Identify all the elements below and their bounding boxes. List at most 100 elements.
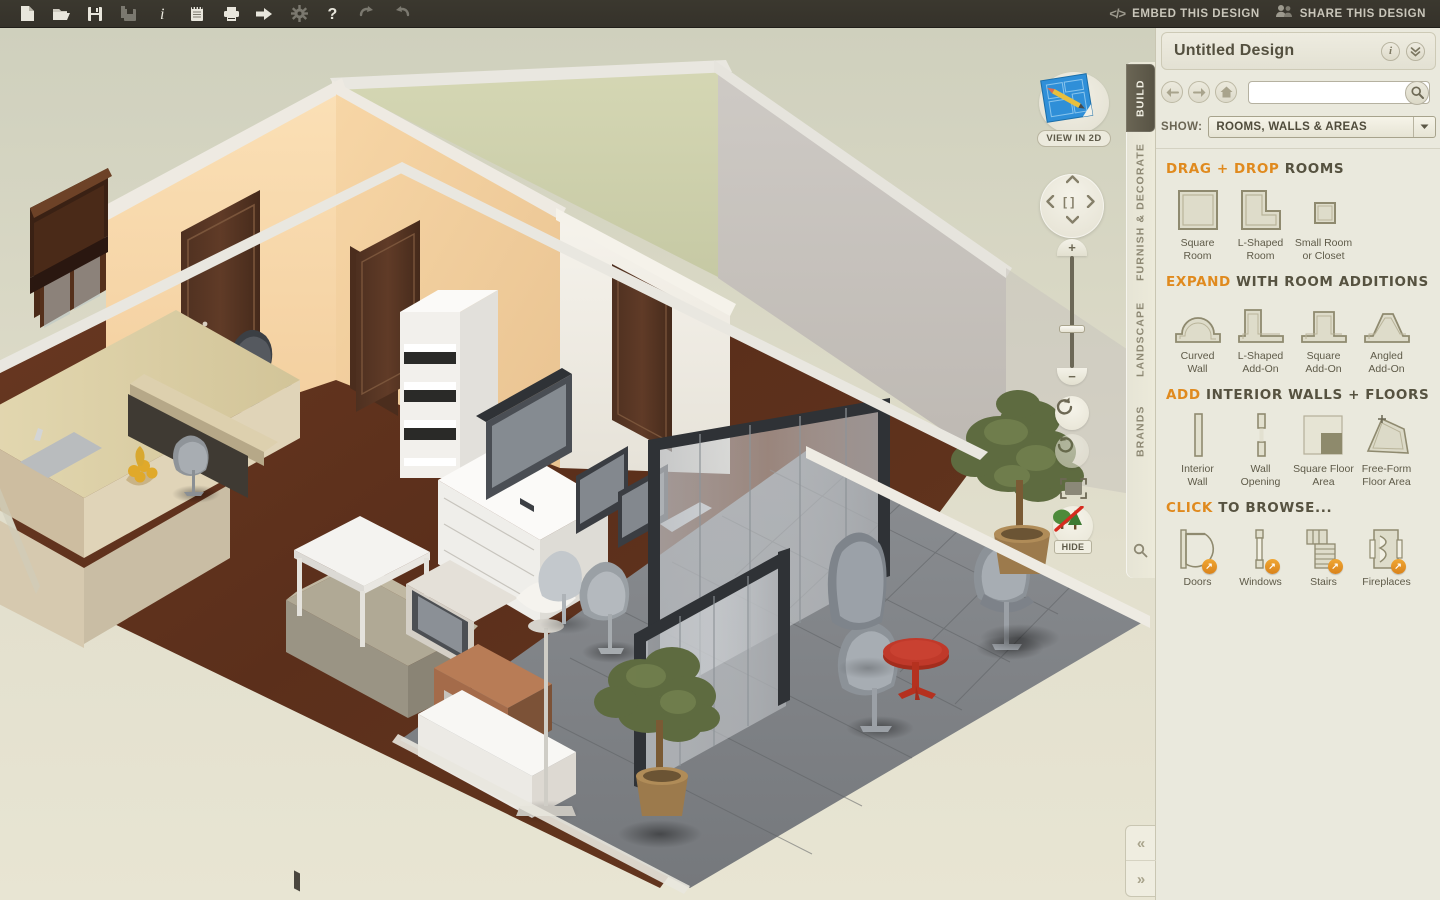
- item-l-shaped-addon[interactable]: L-Shaped Add-On: [1229, 296, 1292, 375]
- new-document-icon[interactable]: [10, 1, 44, 27]
- export-icon[interactable]: [248, 1, 282, 27]
- zoom-handle[interactable]: [1059, 325, 1085, 333]
- share-design-label: SHARE THIS DESIGN: [1299, 7, 1426, 20]
- item-small-room-closet[interactable]: Small Room or Closet: [1292, 183, 1355, 262]
- l-shaped-addon-icon: [1235, 296, 1287, 346]
- zoom-slider[interactable]: + −: [1057, 239, 1087, 385]
- tab-build[interactable]: BUILD: [1126, 64, 1155, 132]
- zoom-track[interactable]: [1070, 256, 1074, 368]
- item-interior-wall[interactable]: Interior Wall: [1166, 409, 1229, 488]
- section-click-to-browse: CLICK TO BROWSE... ↗ Doors ↗ Windows ↗ S…: [1156, 488, 1440, 589]
- item-label: Free-Form Floor Area: [1361, 463, 1412, 488]
- tab-landscape[interactable]: LANDSCAPE: [1126, 290, 1155, 388]
- collapse-left-button[interactable]: «: [1126, 826, 1156, 861]
- section-title-rest: TO BROWSE...: [1218, 500, 1333, 516]
- item-fireplaces[interactable]: ↗ Fireplaces: [1355, 522, 1418, 589]
- show-label: SHOW:: [1161, 121, 1203, 133]
- chevron-down-icon[interactable]: [1413, 117, 1435, 137]
- nav-forward-button[interactable]: [1188, 81, 1210, 103]
- section-title-accent: EXPAND: [1166, 274, 1231, 290]
- share-design-button[interactable]: SHARE THIS DESIGN: [1275, 4, 1426, 23]
- rotate-ccw-icon: [1056, 397, 1073, 415]
- item-l-shaped-room[interactable]: L-Shaped Room: [1229, 183, 1292, 262]
- section-interior-walls-floors: ADD INTERIOR WALLS + FLOORS Interior Wal…: [1156, 375, 1440, 488]
- mode-tab-rail: BUILD FURNISH & DECORATE LANDSCAPE BRAND…: [1126, 62, 1155, 578]
- item-wall-opening[interactable]: Wall Opening: [1229, 409, 1292, 488]
- item-curved-wall[interactable]: Curved Wall: [1166, 296, 1229, 375]
- item-doors[interactable]: ↗ Doors: [1166, 522, 1229, 589]
- item-label: Curved Wall: [1180, 350, 1215, 375]
- embed-design-label: EMBED THIS DESIGN: [1132, 7, 1260, 20]
- item-label: Fireplaces: [1362, 576, 1411, 588]
- design-canvas-3d[interactable]: VIEW IN 2D [ ] + − HIDE: [0, 28, 1155, 900]
- help-icon[interactable]: ?: [316, 1, 350, 27]
- panel-header: Untitled Design i: [1161, 32, 1436, 70]
- interior-wall-icon: [1183, 409, 1213, 459]
- panel-collapse-controls: « »: [1125, 825, 1156, 897]
- browse-arrow-badge: ↗: [1264, 559, 1280, 574]
- pan-navigation-pad[interactable]: [ ]: [1040, 174, 1104, 238]
- rotate-left-button[interactable]: [1055, 396, 1089, 430]
- rooms-item-row: Square Room L-Shaped Room Small Room or …: [1166, 183, 1431, 262]
- section-title-rooms: DRAG + DROP ROOMS: [1166, 161, 1431, 177]
- recenter-view-icon[interactable]: [ ]: [1063, 195, 1074, 209]
- panel-search-button[interactable]: [1405, 80, 1429, 105]
- item-stairs[interactable]: ↗ Stairs: [1292, 522, 1355, 589]
- item-free-form-floor-area[interactable]: Free-Form Floor Area: [1355, 409, 1418, 488]
- rotate-cw-icon: [1057, 435, 1074, 453]
- small-room-closet-icon: [1301, 183, 1347, 233]
- curved-wall-icon: [1172, 296, 1224, 346]
- panel-nav-row: [1161, 76, 1436, 108]
- item-square-room[interactable]: Square Room: [1166, 183, 1229, 262]
- section-title-rest: INTERIOR WALLS + FLOORS: [1205, 387, 1430, 403]
- panel-collapse-button[interactable]: [1406, 41, 1425, 61]
- hide-objects-button[interactable]: HIDE: [1051, 506, 1095, 556]
- item-label: Wall Opening: [1240, 463, 1281, 488]
- browse-arrow-badge: ↗: [1201, 559, 1217, 574]
- item-label: Windows: [1239, 576, 1282, 588]
- info-glyph: i: [1388, 45, 1393, 57]
- top-toolbar: i ? </> EMBED THIS DESIGN SHARE THIS DES…: [0, 0, 1440, 28]
- additions-item-row: Curved Wall L-Shaped Add-On Square Add-O…: [1166, 296, 1431, 375]
- item-windows[interactable]: ↗ Windows: [1229, 522, 1292, 589]
- undo-icon[interactable]: [350, 1, 384, 27]
- save-icon[interactable]: [78, 1, 112, 27]
- panel-header-actions: i: [1381, 41, 1435, 61]
- item-angled-addon[interactable]: Angled Add-On: [1355, 296, 1418, 375]
- walls-item-row: Interior Wall Wall Opening Square Floor …: [1166, 409, 1431, 488]
- open-folder-icon[interactable]: [44, 1, 78, 27]
- settings-gear-icon[interactable]: [282, 1, 316, 27]
- item-label: Doors: [1183, 576, 1212, 588]
- embed-design-button[interactable]: </> EMBED THIS DESIGN: [1109, 6, 1259, 21]
- redo-icon[interactable]: [384, 1, 418, 27]
- zoom-out-button[interactable]: −: [1057, 368, 1087, 385]
- tab-furnish-decorate[interactable]: FURNISH & DECORATE: [1126, 138, 1155, 286]
- browse-arrow-badge: ↗: [1390, 559, 1406, 574]
- tab-brands[interactable]: BRANDS: [1126, 392, 1155, 470]
- notes-icon[interactable]: [180, 1, 214, 27]
- nav-back-button[interactable]: [1161, 81, 1183, 103]
- zoom-in-button[interactable]: +: [1057, 239, 1087, 256]
- square-addon-icon: [1298, 296, 1350, 346]
- item-square-addon[interactable]: Square Add-On: [1292, 296, 1355, 375]
- show-dropdown[interactable]: ROOMS, WALLS & AREAS: [1208, 116, 1436, 138]
- nav-home-button[interactable]: [1215, 81, 1237, 103]
- item-label: Square Room: [1180, 237, 1215, 262]
- panel-search-wrapper[interactable]: [1248, 80, 1434, 105]
- rail-search-icon[interactable]: [1126, 536, 1155, 564]
- item-label: Stairs: [1310, 576, 1337, 588]
- collapse-right-button[interactable]: »: [1126, 862, 1156, 897]
- section-title-rest: ROOMS: [1284, 161, 1345, 177]
- view-in-2d-button[interactable]: VIEW IN 2D: [1036, 72, 1112, 152]
- rotate-right-button[interactable]: [1055, 434, 1089, 468]
- section-title-walls: ADD INTERIOR WALLS + FLOORS: [1166, 387, 1431, 403]
- save-as-icon[interactable]: [112, 1, 146, 27]
- doors-icon: ↗: [1175, 522, 1221, 574]
- print-icon[interactable]: [214, 1, 248, 27]
- item-label: Interior Wall: [1181, 463, 1214, 488]
- info-icon[interactable]: i: [146, 1, 180, 27]
- design-info-button[interactable]: i: [1381, 41, 1400, 61]
- item-square-floor-area[interactable]: Square Floor Area: [1292, 409, 1355, 488]
- snapshot-frame-button[interactable]: [1056, 476, 1090, 504]
- section-title-browse: CLICK TO BROWSE...: [1166, 500, 1431, 516]
